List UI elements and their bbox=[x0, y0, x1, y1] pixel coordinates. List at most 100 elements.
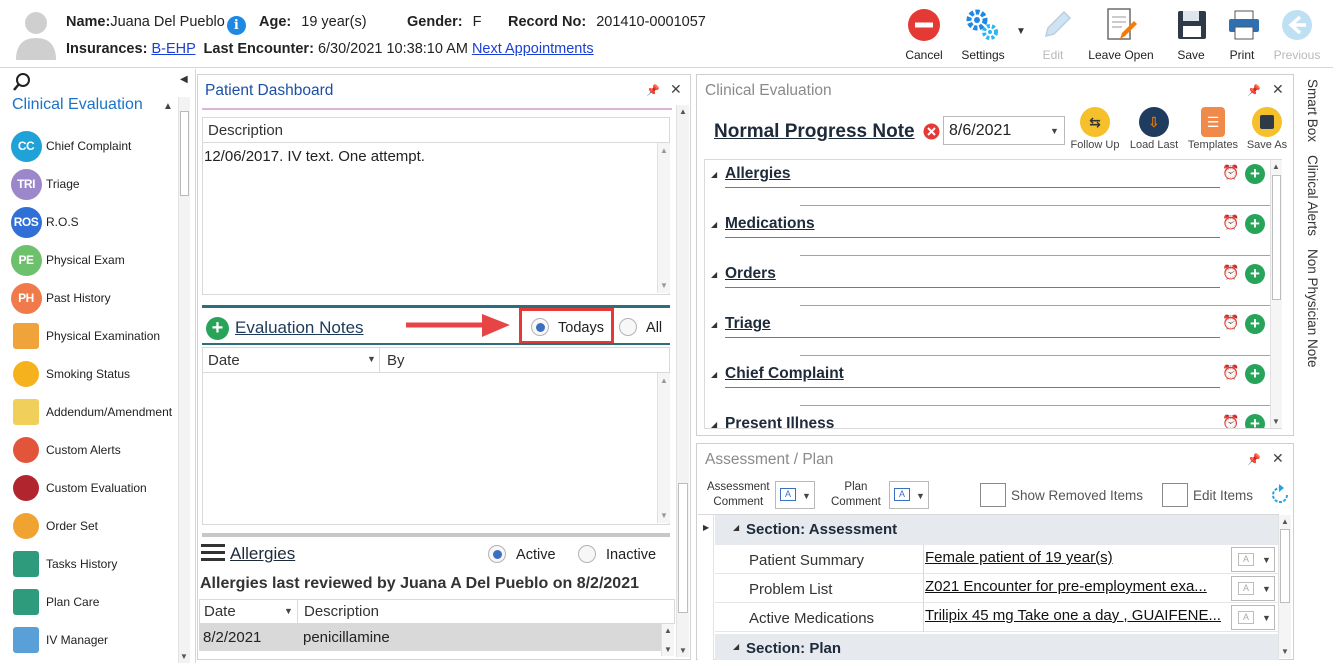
row-comment-dropdown[interactable]: A ▼ bbox=[1231, 576, 1275, 601]
nav-scrollbar-thumb[interactable] bbox=[180, 111, 189, 196]
nav-item-physical-examination[interactable]: Physical Examination bbox=[10, 317, 180, 355]
close-icon[interactable]: ✕ bbox=[670, 81, 682, 98]
templates-button[interactable]: ☰ Templates bbox=[1185, 107, 1241, 151]
nav-item-iv-manager[interactable]: IV Manager bbox=[10, 621, 180, 659]
clinical-section-label[interactable]: Orders bbox=[725, 265, 776, 283]
previous-button[interactable]: Previous bbox=[1272, 6, 1322, 62]
scroll-down-icon[interactable]: ▼ bbox=[679, 646, 687, 655]
assessment-row-value[interactable]: Trilipix 45 mg Take one a day , GUAIFENE… bbox=[925, 607, 1221, 624]
scroll-down-icon[interactable]: ▼ bbox=[664, 645, 672, 654]
section-assessment-row[interactable]: ◢ Section: Assessment bbox=[715, 515, 1279, 545]
sort-dropdown-icon[interactable]: ▼ bbox=[284, 606, 293, 616]
chevron-down-icon[interactable]: ▼ bbox=[1050, 126, 1059, 136]
collapse-section-icon[interactable]: ◢ bbox=[711, 370, 717, 379]
smart-box-tab[interactable]: Smart Box bbox=[1305, 79, 1320, 142]
settings-button[interactable]: Settings bbox=[960, 6, 1006, 62]
all-radio[interactable]: All bbox=[619, 318, 662, 336]
nav-item-chief-complaint[interactable]: CC Chief Complaint bbox=[10, 127, 180, 165]
settings-dropdown-icon[interactable]: ▼ bbox=[1016, 26, 1026, 37]
nav-item-addendum-amendment[interactable]: Addendum/Amendment bbox=[10, 393, 180, 431]
section-plan-row[interactable]: ◢ Section: Plan bbox=[715, 634, 1279, 660]
nav-scroll-down-icon[interactable]: ▼ bbox=[180, 652, 188, 661]
pin-icon[interactable]: 📌 bbox=[1247, 84, 1261, 97]
scroll-up-icon[interactable]: ▲ bbox=[679, 107, 687, 116]
add-section-item-button[interactable]: + bbox=[1245, 214, 1265, 234]
assessment-row[interactable]: Problem List Z021 Encounter for pre-emplo… bbox=[715, 574, 1279, 603]
collapse-section-icon[interactable]: ◢ bbox=[733, 523, 739, 532]
scroll-down-icon[interactable]: ▼ bbox=[1272, 417, 1280, 426]
clinical-section-label[interactable]: Triage bbox=[725, 315, 771, 333]
alarm-clock-icon[interactable]: ⏰ bbox=[1222, 314, 1239, 331]
nav-item-physical-exam[interactable]: PE Physical Exam bbox=[10, 241, 180, 279]
scroll-up-icon[interactable]: ▲ bbox=[660, 146, 668, 155]
by-column-header[interactable]: By bbox=[387, 352, 405, 369]
remove-note-icon[interactable] bbox=[923, 123, 940, 140]
nav-item-r-o-s[interactable]: ROS R.O.S bbox=[10, 203, 180, 241]
allergy-description-column-header[interactable]: Description bbox=[304, 603, 379, 620]
nav-item-tasks-history[interactable]: Tasks History bbox=[10, 545, 180, 583]
save-as-button[interactable]: Save As bbox=[1243, 107, 1291, 151]
alarm-clock-icon[interactable]: ⏰ bbox=[1222, 414, 1239, 428]
allergies-scrollbar[interactable]: ▲ ▼ bbox=[661, 624, 674, 656]
sections-scrollbar-thumb[interactable] bbox=[1272, 175, 1281, 300]
add-section-item-button[interactable]: + bbox=[1245, 414, 1265, 428]
dashboard-scrollbar-thumb[interactable] bbox=[678, 483, 688, 613]
todays-radio-indicator[interactable] bbox=[531, 318, 549, 336]
assessment-row-value[interactable]: Z021 Encounter for pre-employment exa... bbox=[925, 578, 1207, 595]
assessment-row[interactable]: Active Medications Trilipix 45 mg Take on… bbox=[715, 603, 1279, 632]
non-physician-note-tab[interactable]: Non Physician Note bbox=[1305, 249, 1320, 368]
alarm-clock-icon[interactable]: ⏰ bbox=[1222, 264, 1239, 281]
alarm-clock-icon[interactable]: ⏰ bbox=[1222, 364, 1239, 381]
date-column-header[interactable]: Date bbox=[208, 352, 240, 369]
description-scrollbar[interactable]: ▲ ▼ bbox=[657, 143, 670, 293]
alarm-clock-icon[interactable]: ⏰ bbox=[1222, 164, 1239, 181]
cancel-button[interactable]: Cancel bbox=[904, 6, 944, 62]
active-radio-indicator[interactable] bbox=[488, 545, 506, 563]
insurance-link[interactable]: B-EHP bbox=[151, 41, 195, 57]
alarm-clock-icon[interactable]: ⏰ bbox=[1222, 214, 1239, 231]
notes-scrollbar[interactable]: ▲ ▼ bbox=[657, 373, 670, 523]
save-button[interactable]: Save bbox=[1172, 6, 1210, 62]
todays-radio[interactable]: Todays bbox=[531, 318, 604, 336]
collapse-section-icon[interactable]: ◢ bbox=[711, 320, 717, 329]
leave-open-button[interactable]: Leave Open bbox=[1088, 6, 1154, 62]
inactive-radio-indicator[interactable] bbox=[578, 545, 596, 563]
next-appointments-link[interactable]: Next Appointments bbox=[472, 41, 594, 57]
nav-item-plan-care[interactable]: Plan Care bbox=[10, 583, 180, 621]
row-comment-dropdown[interactable]: A ▼ bbox=[1231, 547, 1275, 572]
plan-comment-dropdown[interactable]: A ▼ bbox=[889, 481, 929, 509]
print-button[interactable]: Print bbox=[1224, 6, 1260, 62]
dashboard-scrollbar[interactable]: ▲ ▼ bbox=[676, 105, 689, 657]
assessment-row-value[interactable]: Female patient of 19 year(s) bbox=[925, 549, 1113, 566]
clinical-section-row[interactable]: ◢ Present Illness ⏰ + bbox=[705, 410, 1270, 428]
allergy-date-column-header[interactable]: Date bbox=[204, 603, 236, 620]
description-row[interactable]: 12/06/2017. IV text. One attempt. bbox=[204, 148, 425, 165]
sort-dropdown-icon[interactable]: ▼ bbox=[367, 354, 376, 364]
add-section-item-button[interactable]: + bbox=[1245, 164, 1265, 184]
clinical-section-label[interactable]: Present Illness bbox=[725, 415, 834, 428]
row-comment-dropdown[interactable]: A ▼ bbox=[1231, 605, 1275, 630]
assessment-row[interactable]: Patient Summary Female patient of 19 year… bbox=[715, 545, 1279, 574]
follow-up-button[interactable]: ⇆ Follow Up bbox=[1065, 107, 1125, 151]
note-date-picker[interactable]: 8/6/2021 ▼ bbox=[943, 116, 1065, 145]
edit-button[interactable]: Edit bbox=[1036, 6, 1072, 62]
add-section-item-button[interactable]: + bbox=[1245, 264, 1265, 284]
show-removed-checkbox[interactable] bbox=[980, 483, 1006, 507]
all-radio-indicator[interactable] bbox=[619, 318, 637, 336]
clinical-alerts-tab[interactable]: Clinical Alerts bbox=[1305, 155, 1320, 236]
collapse-section-icon[interactable]: ◢ bbox=[711, 170, 717, 179]
clinical-section-label[interactable]: Chief Complaint bbox=[725, 365, 844, 383]
pin-icon[interactable]: 📌 bbox=[1247, 453, 1261, 466]
info-icon[interactable]: i bbox=[226, 16, 246, 35]
sections-scrollbar[interactable]: ▲ ▼ bbox=[1270, 160, 1282, 428]
add-evaluation-note-button[interactable]: + bbox=[206, 317, 229, 340]
nav-item-past-history[interactable]: PH Past History bbox=[10, 279, 180, 317]
assessment-scrollbar-thumb[interactable] bbox=[1280, 529, 1290, 603]
refresh-icon[interactable] bbox=[1269, 484, 1291, 506]
scroll-up-icon[interactable]: ▲ bbox=[664, 626, 672, 635]
scroll-up-icon[interactable]: ▲ bbox=[1272, 162, 1280, 171]
collapse-section-icon[interactable]: ◢ bbox=[711, 220, 717, 229]
pin-icon[interactable]: 📌 bbox=[646, 84, 660, 97]
nav-item-custom-alerts[interactable]: Custom Alerts bbox=[10, 431, 180, 469]
clinical-section-label[interactable]: Allergies bbox=[725, 165, 790, 183]
